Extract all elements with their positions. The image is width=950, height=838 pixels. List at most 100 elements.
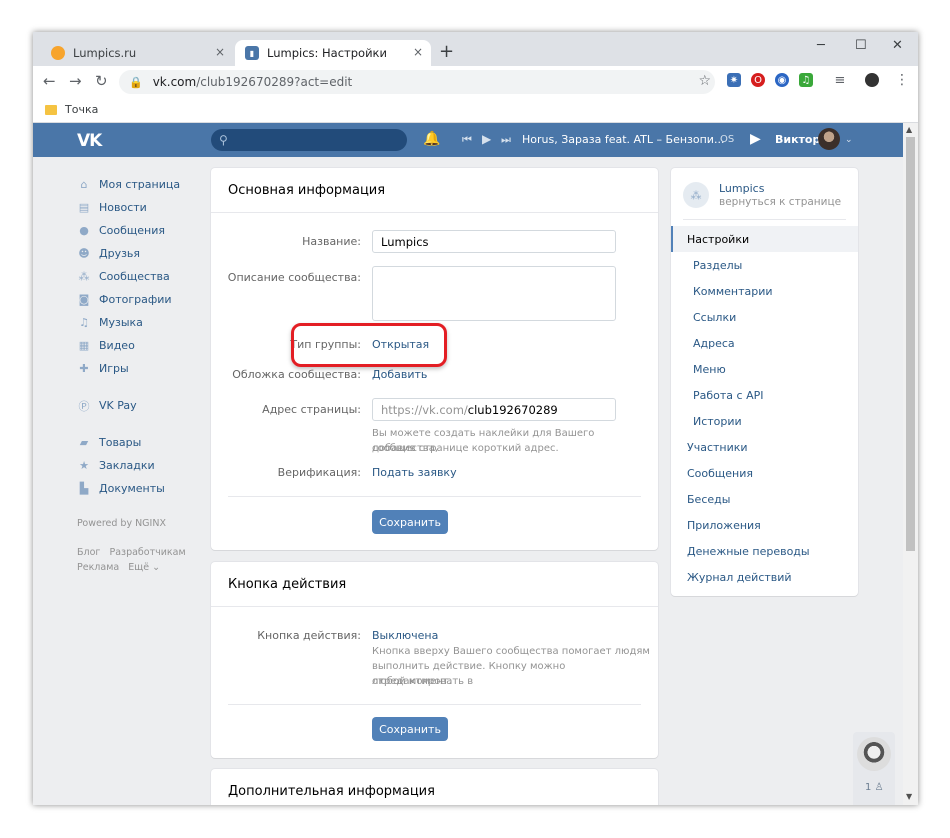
music-extension-icon[interactable]: ♫ bbox=[799, 73, 813, 87]
group-name-link[interactable]: Lumpics bbox=[719, 182, 764, 195]
menu-item-settings[interactable]: Настройки bbox=[671, 226, 858, 252]
address-label: Адрес страницы: bbox=[262, 403, 361, 416]
communities-icon: ⁂ bbox=[78, 270, 90, 283]
settings-menu-list: Настройки Разделы Комментарии Ссылки Адр… bbox=[671, 226, 858, 590]
sidebar-item-bookmarks[interactable]: ★ Закладки bbox=[77, 454, 217, 477]
play-icon[interactable]: ▶ bbox=[482, 132, 491, 146]
footer-ads-link[interactable]: Реклама bbox=[77, 562, 119, 573]
page-scrollbar[interactable]: ▲ ▼ bbox=[903, 123, 918, 805]
bag-icon: ▰ bbox=[79, 436, 89, 449]
chevron-down-icon: ⌄ bbox=[152, 562, 161, 573]
tab-vk-settings[interactable]: ▮ Lumpics: Настройки × bbox=[235, 40, 431, 66]
extension-gear-icon[interactable]: ✷ bbox=[727, 73, 741, 87]
action-label: Кнопка действия: bbox=[257, 629, 361, 642]
star-icon: ★ bbox=[79, 459, 89, 472]
close-window-icon[interactable]: ✕ bbox=[892, 38, 903, 53]
footer-dev-link[interactable]: Разработчикам bbox=[109, 547, 185, 558]
menu-item-action-log[interactable]: Журнал действий bbox=[671, 564, 858, 590]
sidebar-item-communities[interactable]: ⁂ Сообщества bbox=[77, 265, 217, 288]
prev-track-icon[interactable]: ⏮ bbox=[462, 133, 472, 147]
left-sidebar: ⌂ Моя страница ▤ Новости ● Сообщения ☻ Друзь… bbox=[77, 173, 217, 575]
verification-link[interactable]: Подать заявку bbox=[372, 466, 457, 479]
menu-item-links[interactable]: Ссылки bbox=[671, 304, 858, 330]
highlight-frame bbox=[291, 323, 447, 367]
person-icon: ♙ bbox=[874, 782, 884, 793]
footer-blog-link[interactable]: Блог bbox=[77, 547, 100, 558]
sidebar-item-goods[interactable]: ▰ Товары bbox=[77, 431, 217, 454]
new-tab-button[interactable]: + bbox=[439, 41, 454, 62]
powered-by: Powered by NGINX bbox=[77, 518, 166, 529]
scroll-down-icon[interactable]: ▼ bbox=[906, 792, 912, 801]
url-path: /club192670289?act=edit bbox=[196, 75, 353, 89]
menu-item-stories[interactable]: Истории bbox=[671, 408, 858, 434]
menu-item-apps[interactable]: Приложения bbox=[671, 512, 858, 538]
sidebar-item-documents[interactable]: ▙ Документы bbox=[77, 477, 217, 500]
vk-search-input[interactable]: ⚲ bbox=[211, 129, 407, 151]
next-track-icon[interactable]: ⏭ bbox=[501, 133, 511, 147]
sidebar-item-games[interactable]: ✚ Игры bbox=[77, 357, 217, 380]
maximize-icon[interactable]: ☐ bbox=[855, 38, 867, 53]
sidebar-item-my-page[interactable]: ⌂ Моя страница bbox=[77, 173, 217, 196]
bell-icon[interactable]: 🔔 bbox=[423, 131, 440, 147]
menu-item-chats[interactable]: Беседы bbox=[671, 486, 858, 512]
back-to-page-link[interactable]: вернуться к странице bbox=[719, 196, 841, 208]
address-bar[interactable]: 🔒 vk.com/club192670289?act=edit ☆ bbox=[119, 70, 715, 94]
scroll-thumb[interactable] bbox=[906, 137, 915, 551]
sidebar-item-photos[interactable]: ◙ Фотографии bbox=[77, 288, 217, 311]
forward-arrow-icon[interactable]: → bbox=[69, 72, 82, 90]
menu-item-addresses[interactable]: Адреса bbox=[671, 330, 858, 356]
tab-lumpics[interactable]: Lumpics.ru × bbox=[41, 40, 233, 66]
bookmark-tochka[interactable]: Точка bbox=[45, 103, 98, 116]
back-arrow-icon[interactable]: ← bbox=[43, 72, 56, 90]
tab-title: Lumpics: Настройки bbox=[267, 46, 387, 60]
address-input[interactable]: https://vk.com/club192670289 bbox=[372, 398, 616, 421]
url-host: vk.com bbox=[152, 75, 197, 89]
profile-avatar[interactable] bbox=[865, 73, 879, 87]
cover-add-link[interactable]: Добавить bbox=[372, 368, 427, 381]
bookmark-star-icon[interactable]: ☆ bbox=[698, 73, 711, 89]
chat-widget[interactable]: 1 ♙ bbox=[853, 732, 895, 805]
menu-dots-icon[interactable]: ⋮ bbox=[895, 72, 909, 88]
sidebar-item-news[interactable]: ▤ Новости bbox=[77, 196, 217, 219]
sidebar-item-friends[interactable]: ☻ Друзья bbox=[77, 242, 217, 265]
user-name[interactable]: Виктор bbox=[775, 133, 820, 146]
scroll-up-icon[interactable]: ▲ bbox=[906, 125, 912, 134]
vpn-extension-icon[interactable]: ◉ bbox=[775, 73, 789, 87]
menu-item-members[interactable]: Участники bbox=[671, 434, 858, 460]
menu-item-money-transfers[interactable]: Денежные переводы bbox=[671, 538, 858, 564]
menu-item-menu[interactable]: Меню bbox=[671, 356, 858, 382]
close-tab-icon[interactable]: × bbox=[215, 45, 225, 59]
close-tab-icon[interactable]: × bbox=[413, 45, 423, 59]
sidebar-item-vkpay[interactable]: Ⓟ VK Pay bbox=[77, 394, 217, 417]
chat-avatar[interactable] bbox=[857, 737, 891, 771]
now-playing-track[interactable]: Horus, Зараза feat. ATL – Бензопи... bbox=[522, 133, 724, 146]
sidebar-item-music[interactable]: ♫ Музыка bbox=[77, 311, 217, 334]
menu-item-comments[interactable]: Комментарии bbox=[671, 278, 858, 304]
minimize-icon[interactable]: ─ bbox=[817, 38, 825, 53]
vk-logo[interactable]: VK bbox=[77, 131, 102, 151]
menu-item-api[interactable]: Работа с API bbox=[671, 382, 858, 408]
name-label: Название: bbox=[302, 235, 361, 248]
opera-extension-icon[interactable]: O bbox=[751, 73, 765, 87]
sidebar-item-video[interactable]: ▦ Видео bbox=[77, 334, 217, 357]
user-avatar[interactable] bbox=[818, 128, 840, 150]
save-action-button[interactable]: Сохранить bbox=[372, 717, 448, 741]
friends-icon: ☻ bbox=[78, 247, 90, 260]
footer-more-link[interactable]: Ещё bbox=[128, 562, 149, 573]
description-textarea[interactable] bbox=[372, 266, 616, 321]
action-button-card: Кнопка действия Кнопка действия: Выключе… bbox=[211, 562, 658, 758]
music-icon: ♫ bbox=[79, 316, 89, 329]
home-icon: ⌂ bbox=[80, 178, 88, 191]
menu-item-messages[interactable]: Сообщения bbox=[671, 460, 858, 486]
reload-icon[interactable]: ↻ bbox=[95, 72, 108, 90]
address-value: club192670289 bbox=[467, 402, 558, 417]
menu-item-sections[interactable]: Разделы bbox=[671, 252, 858, 278]
chevron-down-icon[interactable]: ⌄ bbox=[845, 135, 853, 145]
play-large-icon[interactable]: ▶ bbox=[750, 131, 761, 147]
save-button[interactable]: Сохранить bbox=[372, 510, 448, 534]
name-input[interactable]: Lumpics bbox=[372, 230, 616, 253]
action-state-link[interactable]: Выключена bbox=[372, 629, 438, 642]
sidebar-item-messages[interactable]: ● Сообщения bbox=[77, 219, 217, 242]
vk-favicon-icon: ▮ bbox=[245, 46, 259, 60]
reading-list-icon[interactable]: ≡ bbox=[833, 73, 847, 88]
